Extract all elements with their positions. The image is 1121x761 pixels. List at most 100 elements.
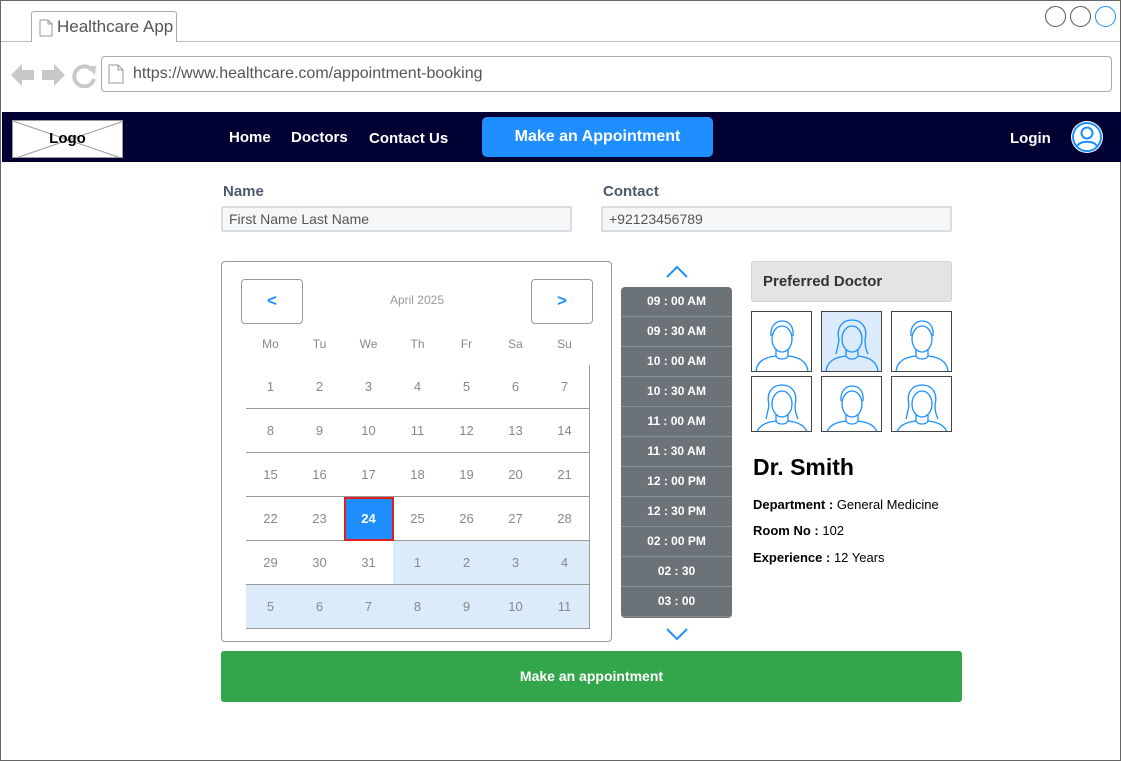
calendar-day[interactable]: 8 xyxy=(246,409,296,453)
calendar-day[interactable]: 2 xyxy=(442,541,492,585)
browser-nav xyxy=(11,64,96,93)
logo[interactable]: Logo xyxy=(12,120,123,158)
tab-title: Healthcare App xyxy=(57,17,174,36)
calendar-day[interactable]: 4 xyxy=(393,365,443,409)
time-slot[interactable]: 09 : 30 AM xyxy=(621,317,732,347)
time-slot[interactable]: 10 : 00 AM xyxy=(621,347,732,377)
calendar-day[interactable]: 2 xyxy=(295,365,345,409)
doctor-avatar-tile[interactable] xyxy=(751,311,812,372)
prev-month-button[interactable]: < xyxy=(241,279,303,324)
calendar: < April 2025 > Mo Tu We Th Fr Sa Su 1234567891… xyxy=(221,261,612,642)
calendar-day[interactable]: 8 xyxy=(393,585,443,629)
minimize-button[interactable] xyxy=(1045,6,1066,27)
user-icon[interactable] xyxy=(1071,121,1103,153)
calendar-day[interactable]: 7 xyxy=(540,365,590,409)
doctor-avatar-icon xyxy=(756,384,808,431)
chevron-down-icon[interactable] xyxy=(665,626,689,642)
calendar-day[interactable]: 16 xyxy=(295,453,345,497)
close-button[interactable] xyxy=(1095,6,1116,27)
time-slot[interactable]: 09 : 00 AM xyxy=(621,287,732,317)
make-appointment-nav-button[interactable]: Make an Appointment xyxy=(482,117,713,157)
time-slot[interactable]: 02 : 00 PM xyxy=(621,527,732,557)
calendar-day[interactable]: 10 xyxy=(491,585,541,629)
calendar-day[interactable]: 5 xyxy=(246,585,296,629)
weekday-label: Sa xyxy=(508,337,523,351)
calendar-day[interactable]: 11 xyxy=(393,409,443,453)
department-value: General Medicine xyxy=(836,497,939,512)
calendar-day[interactable]: 1 xyxy=(246,365,296,409)
calendar-day[interactable]: 28 xyxy=(540,497,590,541)
time-slot[interactable]: 02 : 30 xyxy=(621,557,732,587)
url-bar[interactable]: https://www.healthcare.com/appointment-b… xyxy=(101,56,1112,92)
calendar-day[interactable]: 10 xyxy=(344,409,394,453)
doctor-name: Dr. Smith xyxy=(753,454,854,480)
calendar-day[interactable]: 13 xyxy=(491,409,541,453)
tab-bar: Healthcare App xyxy=(1,1,1120,42)
doctor-avatar-tile[interactable] xyxy=(821,311,882,372)
calendar-day[interactable]: 30 xyxy=(295,541,345,585)
calendar-day[interactable]: 19 xyxy=(442,453,492,497)
doctor-avatar-tile[interactable] xyxy=(891,376,952,432)
calendar-day-selected[interactable]: 24 xyxy=(344,497,394,541)
calendar-day[interactable]: 4 xyxy=(540,541,590,585)
calendar-day[interactable]: 31 xyxy=(344,541,394,585)
calendar-day[interactable]: 27 xyxy=(491,497,541,541)
time-slot[interactable]: 12 : 30 PM xyxy=(621,497,732,527)
contact-input[interactable] xyxy=(601,206,952,232)
doctor-avatar-tile[interactable] xyxy=(891,311,952,372)
doctor-avatar-icon xyxy=(825,319,879,371)
calendar-day[interactable]: 14 xyxy=(540,409,590,453)
calendar-day[interactable]: 26 xyxy=(442,497,492,541)
calendar-day[interactable]: 12 xyxy=(442,409,492,453)
doctor-avatar-tile[interactable] xyxy=(751,376,812,432)
calendar-day[interactable]: 7 xyxy=(344,585,394,629)
maximize-button[interactable] xyxy=(1070,6,1091,27)
time-slot[interactable]: 11 : 00 AM xyxy=(621,407,732,437)
weekday-label: Mo xyxy=(262,337,279,351)
name-label: Name xyxy=(223,183,264,200)
calendar-day[interactable]: 21 xyxy=(540,453,590,497)
calendar-day[interactable]: 6 xyxy=(295,585,345,629)
calendar-day[interactable]: 3 xyxy=(491,541,541,585)
doc-icon xyxy=(39,19,53,42)
nav-link-contact-us[interactable]: Contact Us xyxy=(369,130,448,147)
room-value: 102 xyxy=(822,523,845,538)
back-arrow-icon[interactable] xyxy=(11,64,34,86)
nav-link-home[interactable]: Home xyxy=(229,129,271,146)
doctor-avatar-icon xyxy=(896,384,948,431)
calendar-day[interactable]: 1 xyxy=(393,541,443,585)
doctor-avatar-tile[interactable] xyxy=(821,376,882,432)
make-appointment-submit-button[interactable]: Make an appointment xyxy=(221,651,962,702)
calendar-day[interactable]: 20 xyxy=(491,453,541,497)
calendar-day[interactable]: 29 xyxy=(246,541,296,585)
name-input[interactable] xyxy=(221,206,572,232)
calendar-day[interactable]: 9 xyxy=(442,585,492,629)
doctor-avatar-icon xyxy=(895,320,949,371)
time-slot[interactable]: 10 : 30 AM xyxy=(621,377,732,407)
calendar-day[interactable]: 22 xyxy=(246,497,296,541)
forward-arrow-icon[interactable] xyxy=(42,64,65,86)
doctor-experience: Experience : 12 Years xyxy=(753,550,885,565)
weekday-label: Tu xyxy=(312,337,327,351)
time-slot[interactable]: 12 : 00 PM xyxy=(621,467,732,497)
calendar-day[interactable]: 17 xyxy=(344,453,394,497)
refresh-icon[interactable] xyxy=(72,64,96,89)
calendar-day[interactable]: 9 xyxy=(295,409,345,453)
weekday-label: Su xyxy=(557,337,572,351)
calendar-day[interactable]: 11 xyxy=(540,585,590,629)
login-link[interactable]: Login xyxy=(1010,130,1051,147)
time-slot[interactable]: 11 : 30 AM xyxy=(621,437,732,467)
calendar-day[interactable]: 15 xyxy=(246,453,296,497)
nav-link-doctors[interactable]: Doctors xyxy=(291,129,348,146)
calendar-day[interactable]: 18 xyxy=(393,453,443,497)
browser-tab[interactable]: Healthcare App xyxy=(31,11,177,42)
time-slot[interactable]: 03 : 00 xyxy=(621,587,732,617)
calendar-day[interactable]: 3 xyxy=(344,365,394,409)
calendar-day[interactable]: 25 xyxy=(393,497,443,541)
experience-label: Experience : xyxy=(753,550,831,565)
chevron-up-icon[interactable] xyxy=(665,264,689,280)
calendar-day[interactable]: 5 xyxy=(442,365,492,409)
next-month-button[interactable]: > xyxy=(531,279,593,324)
calendar-day[interactable]: 6 xyxy=(491,365,541,409)
calendar-day[interactable]: 23 xyxy=(295,497,345,541)
